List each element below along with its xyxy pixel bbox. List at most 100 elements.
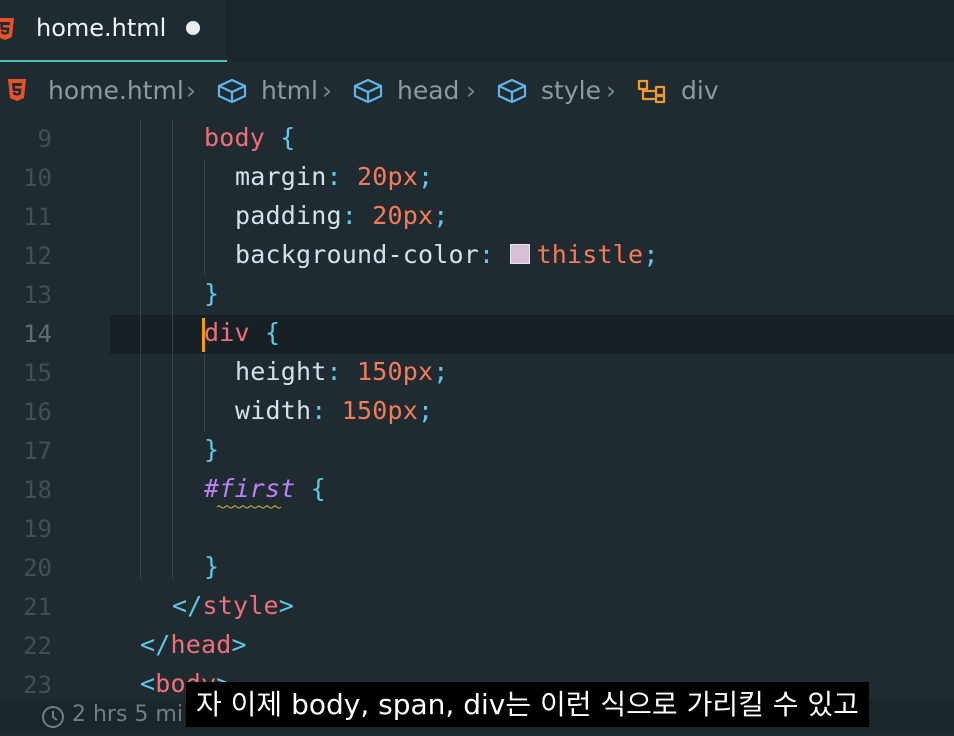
code-token: 150px: [341, 396, 419, 425]
breadcrumb-item-file[interactable]: home.html: [48, 76, 184, 105]
code-text: div {: [204, 318, 280, 347]
code-line[interactable]: 12 background-color: thistle;: [0, 237, 954, 276]
code-line[interactable]: 10 margin: 20px;: [0, 159, 954, 198]
code-token: <: [140, 669, 156, 698]
code-token: height: [235, 357, 327, 386]
line-number: 12: [23, 242, 52, 270]
code-token: div: [204, 318, 250, 347]
code-token: body: [204, 123, 266, 152]
code-line[interactable]: 15 height: 150px;: [0, 354, 954, 393]
color-swatch-icon[interactable]: [509, 244, 530, 264]
code-token: }: [204, 435, 220, 464]
code-line[interactable]: 16 width: 150px;: [0, 393, 954, 432]
tab-bar: home.html: [0, 0, 954, 62]
code-line[interactable]: 18 #first {: [0, 471, 954, 510]
line-number: 11: [23, 203, 52, 231]
code-editor[interactable]: 9 body {10 margin: 20px; 11 padding: 20px; 12…: [0, 120, 954, 700]
breadcrumb-item-style[interactable]: style: [541, 76, 601, 105]
chevron-right-icon: ›: [186, 76, 196, 105]
html5-icon: [6, 78, 28, 108]
code-token: }: [204, 552, 220, 581]
line-number: 21: [23, 593, 52, 621]
line-number: 22: [23, 632, 52, 660]
code-token: padding: [235, 201, 342, 230]
code-token: :: [479, 240, 510, 269]
code-token: >: [278, 591, 295, 620]
code-token: :: [326, 162, 358, 191]
cube-icon: [352, 78, 384, 110]
code-line[interactable]: 19: [0, 510, 954, 549]
clock-icon: [40, 704, 66, 736]
line-number: 15: [23, 359, 52, 387]
code-token: ;: [433, 201, 449, 230]
code-token: #first: [204, 474, 296, 503]
line-number: 23: [23, 671, 52, 699]
line-number: 10: [23, 164, 52, 192]
code-token: :: [326, 357, 358, 386]
code-token: }: [204, 279, 220, 308]
selector-icon: [636, 78, 670, 110]
code-token: </: [140, 630, 171, 659]
unsaved-dot-icon[interactable]: [186, 21, 200, 35]
code-token: 20px: [372, 201, 434, 230]
code-token: :: [311, 396, 342, 425]
breadcrumb-item-html[interactable]: html: [261, 76, 318, 105]
line-number: 16: [23, 398, 52, 426]
code-line[interactable]: 13}: [0, 276, 954, 315]
breadcrumb-item-div[interactable]: div: [681, 76, 719, 105]
code-token: ;: [643, 240, 659, 269]
tab-label: home.html: [36, 14, 167, 42]
code-token: 20px: [357, 162, 419, 191]
code-token: width: [235, 396, 312, 425]
code-text: }: [204, 552, 219, 581]
breadcrumb: home.html › html › head › style › div: [0, 62, 954, 120]
code-token: background-color: [235, 240, 480, 269]
code-text: width: 150px;: [235, 396, 433, 425]
code-token: thistle: [536, 240, 644, 269]
cube-icon: [216, 78, 248, 110]
code-text: body {: [204, 123, 296, 152]
video-subtitle: 자 이제 body, span, div는 이런 식으로 가리킬 수 있고: [186, 682, 869, 727]
code-line[interactable]: 9 body {: [0, 120, 954, 159]
cube-icon: [496, 78, 528, 110]
chevron-right-icon: ›: [322, 76, 332, 105]
code-token: ;: [418, 162, 434, 191]
code-text: background-color: thistle;: [235, 240, 659, 269]
line-number: 14: [23, 320, 52, 348]
code-text: }: [204, 435, 219, 464]
code-line[interactable]: 14 div {: [0, 315, 954, 354]
code-token: ;: [433, 357, 449, 386]
code-line[interactable]: 11 padding: 20px;: [0, 198, 954, 237]
code-token: {: [310, 474, 327, 503]
line-number: 19: [23, 515, 52, 543]
chevron-right-icon: ›: [466, 76, 476, 105]
code-token: ;: [418, 396, 434, 425]
code-text: height: 150px;: [235, 357, 449, 386]
time-tracker-text[interactable]: 2 hrs 5 mi: [72, 702, 183, 727]
code-token: 150px: [357, 357, 434, 386]
code-token: margin: [235, 162, 327, 191]
code-line[interactable]: 17}: [0, 432, 954, 471]
code-line[interactable]: 21 </style>: [0, 588, 954, 627]
code-text: margin: 20px;: [235, 162, 433, 191]
line-number: 20: [23, 554, 52, 582]
code-token: head: [170, 630, 232, 659]
code-token: style: [202, 591, 279, 620]
code-line[interactable]: 20}: [0, 549, 954, 588]
line-number: 17: [23, 437, 52, 465]
code-text: padding: 20px;: [235, 201, 449, 230]
tab-home-html[interactable]: home.html: [0, 0, 227, 62]
code-token: >: [231, 630, 247, 659]
code-token: {: [265, 318, 281, 347]
chevron-right-icon: ›: [606, 76, 616, 105]
code-line[interactable]: 22 </head>: [0, 627, 954, 666]
line-number: 13: [23, 281, 52, 309]
breadcrumb-item-head[interactable]: head: [397, 76, 459, 105]
line-number: 18: [23, 476, 52, 504]
code-token: :: [341, 201, 373, 230]
html5-icon: [0, 17, 16, 45]
code-token: </: [172, 591, 203, 620]
